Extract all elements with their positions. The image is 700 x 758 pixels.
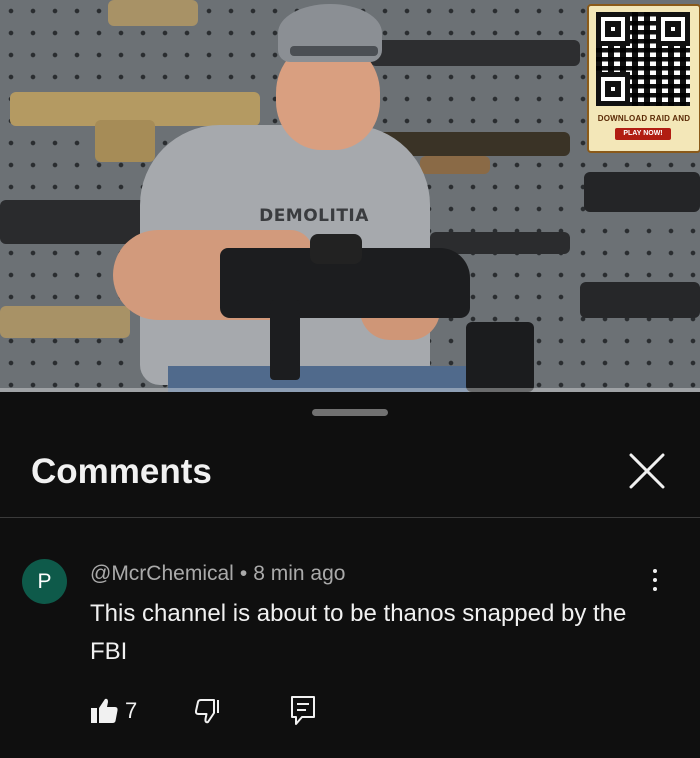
wall-rifle [584, 172, 700, 212]
firearm-sight [310, 234, 362, 264]
comment-actions: 7 [0, 692, 700, 732]
video-player[interactable]: DEMOLITIA DOWNLOAD RAID AND PLAY NOW! [0, 0, 700, 392]
header-divider [0, 517, 700, 518]
close-button[interactable] [626, 450, 668, 492]
wall-rifle [0, 200, 150, 244]
more-options-button[interactable] [644, 566, 666, 596]
like-icon [91, 698, 118, 723]
ad-play-button[interactable]: PLAY NOW! [615, 128, 671, 140]
shirt-logo-text: DEMOLITIA [259, 206, 369, 226]
dislike-icon [194, 699, 219, 724]
wall-rifle [108, 0, 198, 26]
comment-text: This channel is about to be thanos snapp… [90, 600, 627, 665]
wall-rifle [0, 306, 130, 338]
ad-overlay[interactable]: DOWNLOAD RAID AND PLAY NOW! [587, 4, 700, 153]
more-vert-icon [644, 569, 666, 591]
wall-rifle [420, 156, 490, 174]
comments-title: Comments [31, 452, 212, 491]
like-button[interactable] [90, 696, 120, 731]
wall-rifle [580, 282, 700, 318]
like-count: 7 [125, 698, 138, 723]
sheet-drag-handle[interactable] [312, 409, 388, 416]
held-firearm-grip [270, 300, 300, 380]
comments-sheet: Comments P @McrChemical • 8 min ago This c… [0, 392, 700, 758]
meta-separator: • [239, 562, 248, 585]
comment-meta: @McrChemical • 8 min ago [90, 562, 345, 586]
wall-rifle [95, 120, 155, 162]
ad-title: DOWNLOAD RAID AND [597, 114, 691, 123]
reply-button[interactable] [290, 695, 316, 732]
desk-object [466, 322, 534, 392]
close-icon [629, 453, 665, 489]
cap-band [290, 46, 378, 56]
wall-rifle [370, 40, 580, 66]
dislike-button[interactable] [193, 696, 223, 731]
avatar[interactable]: P [22, 559, 67, 604]
comment-time: 8 min ago [253, 562, 346, 585]
reply-icon [291, 696, 315, 725]
comment-author[interactable]: @McrChemical [90, 562, 234, 585]
qr-code [596, 12, 690, 106]
